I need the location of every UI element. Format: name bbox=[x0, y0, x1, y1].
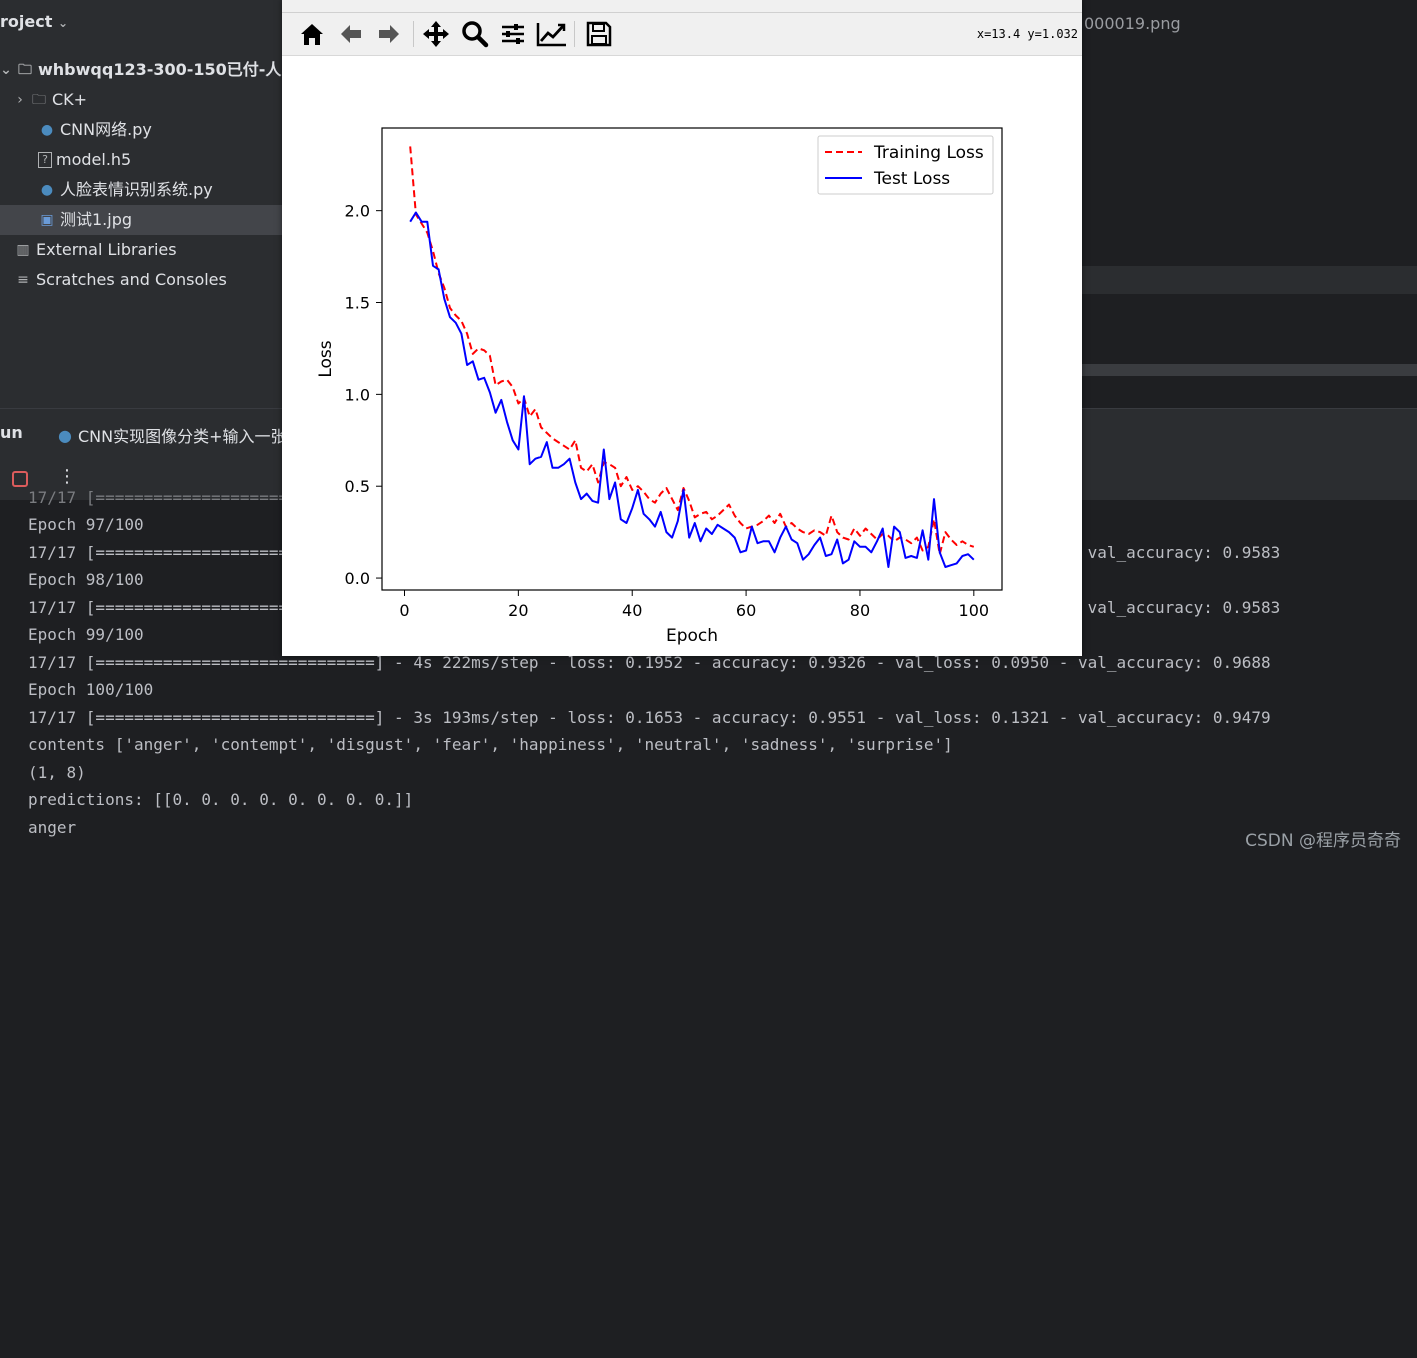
test-loss-line bbox=[409, 211, 975, 568]
folder-icon: 🗀 bbox=[32, 92, 46, 108]
console-line: Epoch 97/100 bbox=[28, 515, 144, 534]
more-options-icon[interactable]: ⋮ bbox=[58, 466, 76, 487]
x-tick-label: 100 bbox=[959, 601, 990, 620]
axis-ticks: 0 20 40 60 80 100 0.0 0.5 1.0 1.5 2.0 bbox=[345, 202, 990, 620]
configure-subplots-icon[interactable] bbox=[497, 18, 529, 50]
chevron-right-icon[interactable]: › bbox=[14, 85, 26, 115]
console-line: (1, 8) bbox=[28, 763, 86, 782]
tree-item-face-system-py[interactable]: ● 人脸表情识别系统.py bbox=[38, 175, 213, 205]
home-icon[interactable] bbox=[296, 18, 328, 50]
y-tick-label: 2.0 bbox=[345, 202, 370, 221]
series-lines bbox=[409, 146, 975, 568]
tree-item-ck[interactable]: › 🗀 CK+ bbox=[14, 85, 87, 115]
tree-item-model-h5[interactable]: ? model.h5 bbox=[38, 145, 131, 175]
loss-chart: 0 20 40 60 80 100 0.0 0.5 1.0 1.5 2.0 Epoch Loss T… bbox=[316, 127, 1003, 646]
run-title[interactable]: un bbox=[0, 423, 23, 442]
image-file-icon: ▣ bbox=[40, 212, 54, 228]
figure-toolbar: x=13.4 y=1.032 bbox=[282, 13, 1082, 56]
legend-label-training: Training Loss bbox=[873, 143, 984, 163]
tree-item-scratches[interactable]: ≡ Scratches and Consoles bbox=[14, 265, 227, 295]
x-tick-label: 0 bbox=[399, 601, 409, 620]
x-axis-label: Epoch bbox=[666, 626, 718, 646]
editor-split-bar bbox=[1082, 266, 1417, 294]
toolbar-separator bbox=[413, 21, 414, 47]
y-tick-label: 1.0 bbox=[345, 385, 370, 404]
tree-item-external-libraries[interactable]: ▥ External Libraries bbox=[14, 235, 176, 265]
tree-item-cnn-py[interactable]: ● CNN网络.py bbox=[38, 115, 152, 145]
legend-label-test: Test Loss bbox=[873, 169, 950, 189]
console-line: Epoch 100/100 bbox=[28, 680, 154, 699]
figure-titlebar[interactable] bbox=[282, 0, 1082, 13]
y-axis-label: Loss bbox=[316, 340, 336, 377]
x-tick-label: 60 bbox=[736, 601, 756, 620]
chevron-down-icon[interactable]: ⌄ bbox=[0, 55, 12, 85]
editor-tab[interactable]: 000019.png bbox=[1084, 14, 1181, 33]
editor-scrollbar[interactable] bbox=[1082, 364, 1417, 376]
training-loss-line bbox=[409, 146, 975, 556]
run-tab-cnn[interactable]: ● CNN实现图像分类+输入一张 bbox=[58, 423, 287, 447]
console-line: Epoch 98/100 bbox=[28, 570, 144, 589]
console-line: Epoch 99/100 bbox=[28, 625, 144, 644]
legend: Training Loss Test Loss bbox=[817, 135, 994, 195]
zoom-icon[interactable] bbox=[459, 18, 491, 50]
unknown-file-icon: ? bbox=[38, 152, 52, 168]
console-line: contents ['anger', 'contempt', 'disgust'… bbox=[28, 735, 953, 754]
python-file-icon: ● bbox=[40, 182, 54, 198]
edit-axes-icon[interactable] bbox=[536, 18, 568, 50]
watermark: CSDN @程序员奇奇 bbox=[1245, 831, 1401, 851]
chevron-down-icon[interactable]: ⌄ bbox=[58, 16, 68, 30]
y-tick-label: 0.0 bbox=[345, 569, 370, 588]
console-line: predictions: [[0. 0. 0. 0. 0. 0. 0. 0.]] bbox=[28, 790, 414, 809]
tree-item-project-root[interactable]: ⌄ 🗀 whbwqq123-300-150已付-人… bbox=[0, 55, 297, 85]
python-file-icon: ● bbox=[58, 425, 72, 445]
pan-icon[interactable] bbox=[420, 18, 452, 50]
python-file-icon: ● bbox=[40, 122, 54, 138]
tree-item-test-jpg[interactable]: ▣ 测试1.jpg bbox=[0, 205, 282, 235]
x-tick-label: 40 bbox=[622, 601, 642, 620]
library-icon: ▥ bbox=[16, 242, 30, 258]
console-line: 17/17 [==================== bbox=[28, 488, 289, 507]
editor-area bbox=[1082, 0, 1417, 408]
x-tick-label: 20 bbox=[508, 601, 528, 620]
axes-frame bbox=[381, 127, 1003, 591]
console-line: 17/17 [=============================] - … bbox=[28, 708, 1271, 727]
x-tick-label: 80 bbox=[850, 601, 870, 620]
project-tool-window-title[interactable]: roject ⌄ bbox=[0, 12, 68, 31]
forward-icon[interactable] bbox=[373, 18, 405, 50]
y-tick-label: 0.5 bbox=[345, 477, 370, 496]
console-line: anger bbox=[28, 818, 77, 837]
y-tick-label: 1.5 bbox=[345, 294, 370, 313]
console-side-strip bbox=[0, 1000, 8, 1358]
back-icon[interactable] bbox=[335, 18, 367, 50]
coordinate-readout: x=13.4 y=1.032 bbox=[976, 27, 1078, 41]
stop-button[interactable] bbox=[12, 471, 28, 487]
scratches-icon: ≡ bbox=[17, 272, 29, 288]
toolbar-separator bbox=[574, 21, 575, 47]
folder-icon: 🗀 bbox=[18, 62, 32, 78]
save-icon[interactable] bbox=[583, 18, 615, 50]
matplotlib-figure-window: x=13.4 y=1.032 0 20 40 60 80 100 0.0 0.5 1.0 1.5 2… bbox=[282, 0, 1082, 656]
